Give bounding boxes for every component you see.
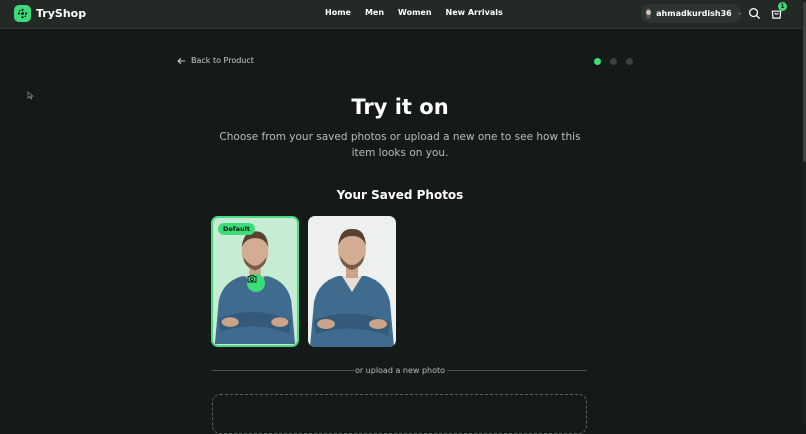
nav-women[interactable]: Women <box>398 8 432 17</box>
back-label: Back to Product <box>191 56 254 65</box>
top-navbar: TryShop Home Men Women New Arrivals ahma… <box>0 0 802 29</box>
page-subtitle: Choose from your saved photos or upload … <box>219 131 581 159</box>
default-badge: Default <box>218 223 255 235</box>
back-to-product-link[interactable]: Back to Product <box>177 56 254 65</box>
camera-icon <box>247 274 257 283</box>
logo-icon <box>14 5 31 22</box>
saved-photo-card-2[interactable] <box>308 216 396 347</box>
search-icon[interactable] <box>748 7 761 20</box>
change-photo-button[interactable] <box>247 274 265 292</box>
user-avatar <box>646 8 652 19</box>
arrow-left-icon <box>177 57 186 64</box>
upload-dropzone[interactable] <box>212 394 587 434</box>
scrollbar[interactable] <box>802 0 806 423</box>
saved-photo-card-default[interactable]: Default <box>211 216 299 347</box>
nav-men[interactable]: Men <box>365 8 384 17</box>
username: ahmadkurdish36 <box>656 9 732 18</box>
main-nav: Home Men Women New Arrivals <box>325 8 503 17</box>
cart-count-badge: 1 <box>778 2 787 11</box>
saved-photos-title: Your Saved Photos <box>336 188 464 202</box>
step-dot-1[interactable] <box>594 58 601 65</box>
step-indicator <box>594 58 633 65</box>
nav-new-arrivals[interactable]: New Arrivals <box>446 8 503 17</box>
person-photo <box>310 228 394 347</box>
logo[interactable]: TryShop <box>14 5 86 22</box>
nav-home[interactable]: Home <box>325 8 351 17</box>
user-menu[interactable]: ahmadkurdish36 <box>641 4 741 23</box>
step-dot-3[interactable] <box>626 58 633 65</box>
app-name: TryShop <box>36 7 87 20</box>
step-dot-2[interactable] <box>610 58 617 65</box>
chevron-down-icon <box>738 12 741 15</box>
page-title: Try it on <box>351 95 449 119</box>
upload-divider-text: or upload a new photo <box>354 366 446 375</box>
